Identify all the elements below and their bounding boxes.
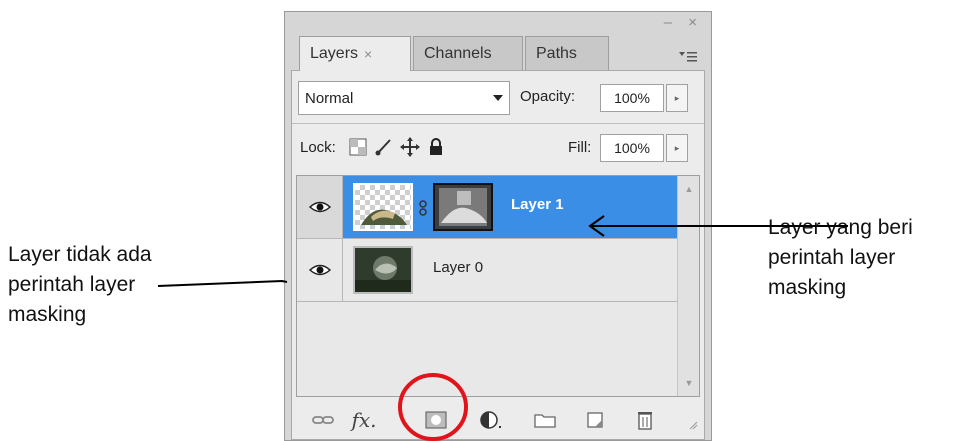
annotation-left-pointer xyxy=(157,279,288,287)
highlight-circle xyxy=(398,373,468,441)
tab-layers[interactable]: Layers × xyxy=(299,36,411,71)
close-icon[interactable]: × xyxy=(364,46,372,62)
annotation-overlay xyxy=(157,215,848,441)
tab-layers-label: Layers xyxy=(310,45,359,62)
